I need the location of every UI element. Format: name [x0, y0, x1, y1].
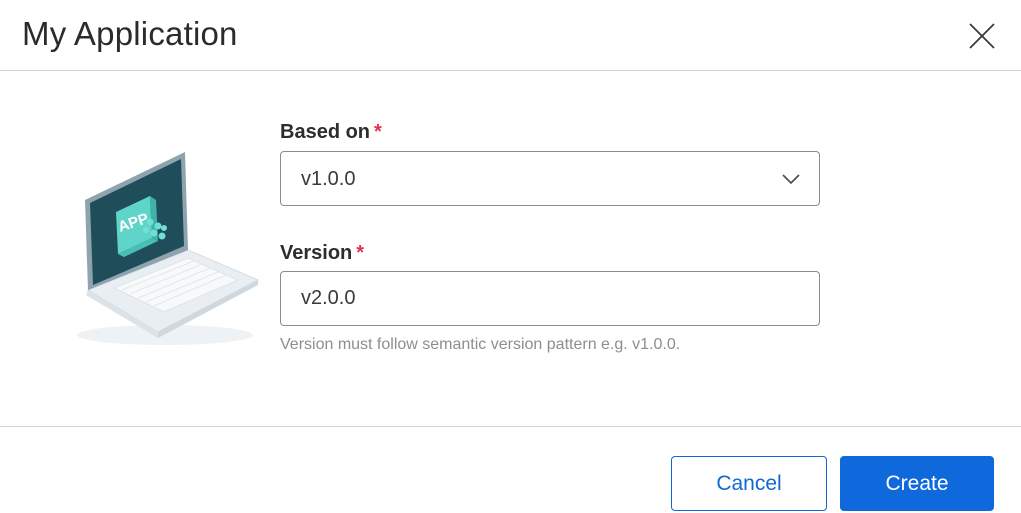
version-hint: Version must follow semantic version pat…: [280, 336, 681, 353]
version-label: Version *: [280, 241, 364, 265]
cancel-button[interactable]: Cancel: [671, 456, 827, 511]
close-button[interactable]: [966, 20, 998, 52]
based-on-label: Based on *: [280, 120, 382, 144]
required-mark: *: [356, 242, 365, 264]
close-icon: [969, 23, 995, 49]
chevron-down-icon: [782, 174, 800, 185]
version-input[interactable]: [280, 271, 820, 326]
based-on-label-text: Based on: [280, 121, 371, 143]
dialog-header: My Application: [0, 0, 1021, 71]
based-on-select-value: v1.0.0: [301, 168, 356, 190]
required-mark: *: [374, 121, 382, 143]
laptop-app-illustration: APP: [70, 140, 270, 350]
version-label-text: Version: [280, 242, 353, 264]
dialog: My Application APP Based on * v1.0.0 Ver…: [0, 0, 1021, 513]
create-button[interactable]: Create: [840, 456, 994, 511]
dialog-title: My Application: [22, 15, 238, 52]
based-on-select[interactable]: v1.0.0: [280, 151, 820, 206]
footer-divider: [0, 426, 1021, 427]
